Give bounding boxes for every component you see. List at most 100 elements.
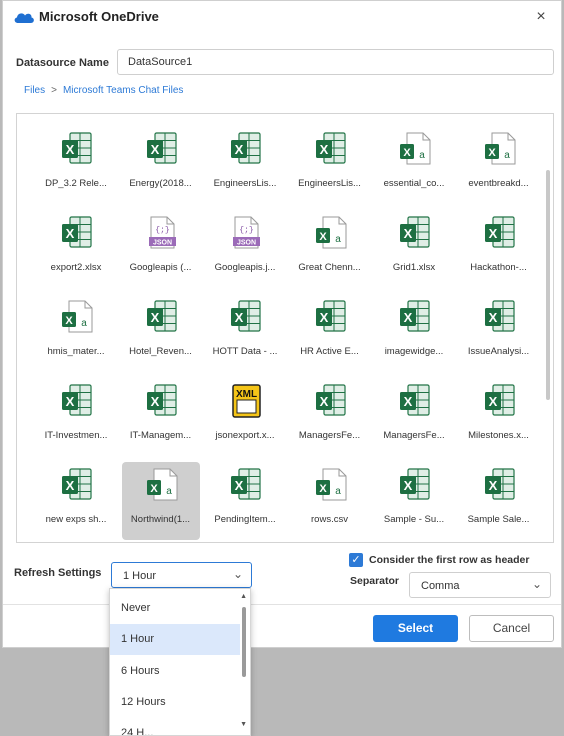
file-name-label: Googleapis (...	[129, 262, 192, 273]
excel-file-icon: X	[61, 216, 93, 250]
refresh-option-12-hours[interactable]: 12 Hours	[110, 687, 240, 718]
file-name-label: IssueAnalysi...	[467, 346, 530, 357]
file-tile[interactable]: X ManagersFe...	[375, 378, 453, 456]
csv-file-icon: aX	[61, 300, 93, 334]
svg-text:X: X	[319, 142, 328, 157]
select-button[interactable]: Select	[373, 615, 458, 642]
onedrive-cloud-icon	[14, 13, 34, 23]
svg-text:X: X	[404, 394, 413, 409]
file-name-label: export2.xlsx	[50, 262, 102, 273]
file-tile[interactable]: X IssueAnalysi...	[460, 294, 538, 372]
svg-text:X: X	[235, 142, 244, 157]
svg-text:a: a	[166, 486, 172, 497]
json-file-icon: {;} JSON	[230, 216, 262, 250]
svg-text:JSON: JSON	[152, 240, 171, 247]
file-name-label: Northwind(1...	[130, 514, 191, 525]
file-tile[interactable]: X PendingItem...	[206, 462, 284, 540]
refresh-settings-select[interactable]: 1 Hour ⌄	[111, 562, 252, 588]
file-tile[interactable]: XML jsonexport.x...	[206, 378, 284, 456]
dialog-title: Microsoft OneDrive	[39, 9, 159, 24]
file-name-label: Sample Sale...	[467, 514, 530, 525]
refresh-option-1-hour[interactable]: 1 Hour	[110, 624, 240, 655]
separator-select[interactable]: Comma ⌄	[409, 572, 551, 598]
file-name-label: imagewidge...	[384, 346, 444, 357]
refresh-settings-dropdown: Never 1 Hour 6 Hours 12 Hours 24 H... ▲ …	[109, 588, 251, 736]
svg-text:X: X	[403, 147, 411, 159]
svg-text:X: X	[66, 226, 75, 241]
svg-text:{;}: {;}	[155, 226, 169, 235]
file-tile[interactable]: a Xhmis_mater...	[37, 294, 115, 372]
file-tile[interactable]: X Hackathon-...	[460, 210, 538, 288]
svg-text:X: X	[66, 478, 75, 493]
excel-file-icon: X	[399, 216, 431, 250]
file-tile[interactable]: {;} JSON Googleapis (...	[122, 210, 200, 288]
file-name-label: Energy(2018...	[129, 178, 192, 189]
file-tile[interactable]: X EngineersLis...	[291, 126, 369, 204]
file-tile[interactable]: X EngineersLis...	[206, 126, 284, 204]
refresh-option-24-hours[interactable]: 24 H...	[110, 718, 240, 735]
file-tile[interactable]: X Energy(2018...	[122, 126, 200, 204]
breadcrumb: Files > Microsoft Teams Chat Files	[24, 85, 183, 96]
file-tile[interactable]: X IT-Managem...	[122, 378, 200, 456]
separator-label: Separator	[350, 575, 400, 587]
file-tile[interactable]: a X Northwind(1...	[121, 462, 200, 540]
svg-text:X: X	[404, 310, 413, 325]
file-name-label: HOTT Data - ...	[212, 346, 278, 357]
svg-text:a: a	[335, 486, 341, 497]
refresh-option-6-hours[interactable]: 6 Hours	[110, 656, 240, 687]
file-tile[interactable]: X Hotel_Reven...	[122, 294, 200, 372]
breadcrumb-item-teams-chat-files[interactable]: Microsoft Teams Chat Files	[63, 85, 183, 96]
file-name-label: Googleapis.j...	[214, 262, 276, 273]
breadcrumb-item-files[interactable]: Files	[24, 85, 45, 96]
dropdown-scroll-down-icon[interactable]: ▼	[240, 721, 247, 728]
excel-file-icon: X	[61, 132, 93, 166]
file-tile[interactable]: Xnew exps sh...	[37, 462, 115, 540]
file-name-label: Sample - Su...	[383, 514, 445, 525]
svg-text:X: X	[319, 231, 327, 243]
datasource-name-input[interactable]	[117, 49, 554, 75]
file-tile[interactable]: a Xessential_co...	[375, 126, 453, 204]
file-tile[interactable]: a Xrows.csv	[291, 462, 369, 540]
cancel-button[interactable]: Cancel	[469, 615, 554, 642]
file-tile[interactable]: Ximagewidge...	[375, 294, 453, 372]
file-name-label: ManagersFe...	[298, 430, 361, 441]
file-panel-scrollbar[interactable]	[546, 170, 550, 400]
csv-file-icon: aX	[315, 216, 347, 250]
svg-text:X: X	[319, 394, 328, 409]
file-tile[interactable]: X Grid1.xlsx	[375, 210, 453, 288]
excel-file-icon: X	[230, 132, 262, 166]
excel-file-icon: X	[399, 468, 431, 502]
svg-text:X: X	[488, 226, 497, 241]
excel-file-icon: X	[399, 384, 431, 418]
file-name-label: IT-Investmen...	[44, 430, 108, 441]
excel-file-icon: X	[399, 300, 431, 334]
svg-text:a: a	[504, 150, 510, 161]
file-tile[interactable]: X Sample Sale...	[460, 462, 538, 540]
excel-file-icon: X	[146, 300, 178, 334]
excel-file-icon: X	[146, 384, 178, 418]
svg-text:X: X	[488, 478, 497, 493]
excel-file-icon: X	[230, 468, 262, 502]
file-tile[interactable]: X HR Active E...	[291, 294, 369, 372]
file-tile[interactable]: X HOTT Data - ...	[206, 294, 284, 372]
file-name-label: IT-Managem...	[129, 430, 192, 441]
svg-text:X: X	[150, 310, 159, 325]
file-tile[interactable]: {;} JSON Googleapis.j...	[206, 210, 284, 288]
dropdown-scrollbar[interactable]	[242, 607, 246, 677]
file-tile[interactable]: X IT-Investmen...	[37, 378, 115, 456]
first-row-header-checkbox[interactable]: ✓	[349, 553, 363, 567]
svg-text:X: X	[235, 478, 244, 493]
file-tile[interactable]: a Xeventbreakd...	[460, 126, 538, 204]
file-name-label: Great Chenn...	[298, 262, 361, 273]
svg-text:X: X	[150, 394, 159, 409]
chevron-down-icon: ⌄	[531, 577, 542, 591]
refresh-option-never[interactable]: Never	[110, 593, 240, 624]
file-tile[interactable]: X Milestones.x...	[460, 378, 538, 456]
file-tile[interactable]: X Sample - Su...	[375, 462, 453, 540]
file-tile[interactable]: a X Great Chenn...	[291, 210, 369, 288]
close-button[interactable]: ×	[533, 9, 549, 25]
file-tile[interactable]: X ManagersFe...	[291, 378, 369, 456]
file-tile[interactable]: X DP_3.2 Rele...	[37, 126, 115, 204]
dropdown-scroll-up-icon[interactable]: ▲	[240, 593, 247, 600]
file-tile[interactable]: Xexport2.xlsx	[37, 210, 115, 288]
